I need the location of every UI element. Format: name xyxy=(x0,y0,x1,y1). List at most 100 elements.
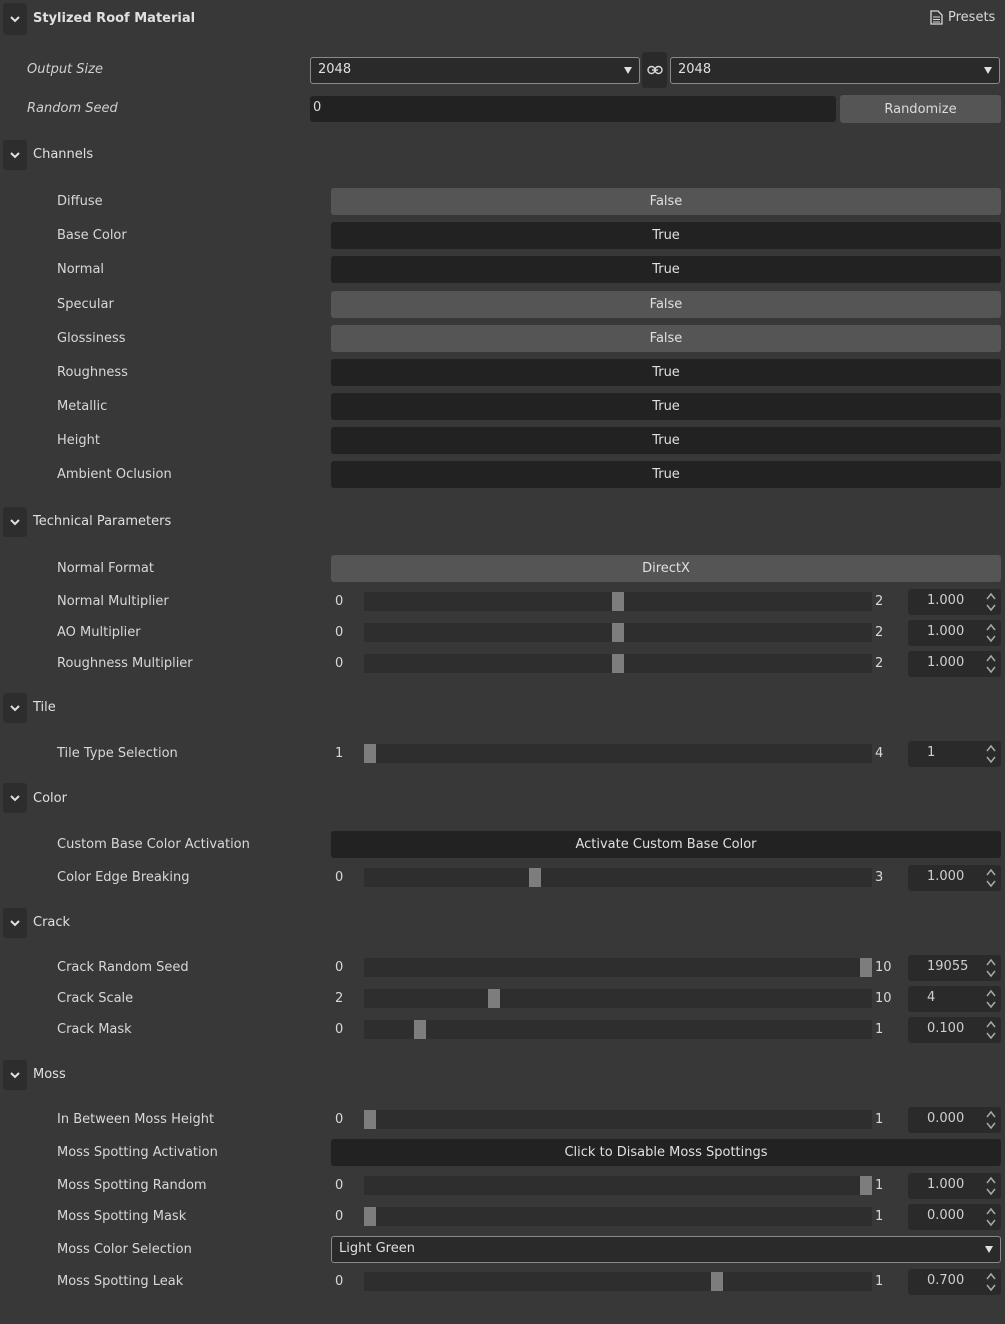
random-seed-input[interactable]: 0 xyxy=(310,96,836,122)
ao-multiplier-slider[interactable] xyxy=(364,623,872,642)
numeric-value: 0.000 xyxy=(927,1111,965,1126)
channel-toggle-height[interactable]: True xyxy=(331,427,1001,454)
tile-type-slider[interactable] xyxy=(364,744,872,763)
randomize-button[interactable]: Randomize xyxy=(840,95,1001,123)
chevron-down-icon xyxy=(10,795,20,802)
crack-scale-input[interactable]: 4 xyxy=(908,986,1001,1012)
output-height-dropdown[interactable]: 2048 xyxy=(670,57,1000,84)
moss-spotting-leak-input[interactable]: 0.700 xyxy=(908,1269,1001,1295)
normal-multiplier-slider[interactable] xyxy=(364,592,872,611)
channel-toggle-specular[interactable]: False xyxy=(331,291,1001,318)
chevron-down-icon xyxy=(10,152,20,159)
spinner-icon[interactable] xyxy=(985,1019,997,1041)
collapse-chevron-material[interactable] xyxy=(3,3,27,35)
collapse-chevron-technical[interactable] xyxy=(3,507,27,537)
slider-handle[interactable] xyxy=(711,1272,724,1291)
spinner-icon[interactable] xyxy=(985,1206,997,1228)
chevron-down-icon xyxy=(10,16,20,23)
channel-toggle-normal[interactable]: True xyxy=(331,256,1001,283)
slider-handle[interactable] xyxy=(860,1176,872,1195)
collapse-chevron-tile[interactable] xyxy=(3,693,27,723)
channel-label: Roughness xyxy=(57,365,128,380)
numeric-value: 1.000 xyxy=(927,624,965,639)
between-moss-height-slider[interactable] xyxy=(364,1110,872,1129)
numeric-value: 1.000 xyxy=(927,1177,965,1192)
spinner-icon[interactable] xyxy=(985,653,997,675)
spinner-icon[interactable] xyxy=(985,957,997,979)
spinner-icon[interactable] xyxy=(985,591,997,613)
moss-spotting-leak-label: Moss Spotting Leak xyxy=(57,1274,184,1289)
moss-spotting-mask-input[interactable]: 0.000 xyxy=(908,1204,1001,1230)
spinner-icon[interactable] xyxy=(985,1109,997,1131)
crack-mask-input[interactable]: 0.100 xyxy=(908,1017,1001,1043)
disable-moss-spottings-button[interactable]: Click to Disable Moss Spottings xyxy=(331,1139,1001,1166)
channel-label: Base Color xyxy=(57,228,127,243)
link-size-button[interactable] xyxy=(642,52,667,88)
numeric-value: 19055 xyxy=(927,959,969,974)
presets-button[interactable]: Presets xyxy=(930,10,995,25)
slider-handle[interactable] xyxy=(860,958,872,977)
material-title: Stylized Roof Material xyxy=(33,11,196,26)
spinner-icon[interactable] xyxy=(985,988,997,1010)
ao-multiplier-label: AO Multiplier xyxy=(57,625,141,640)
randomize-label: Randomize xyxy=(884,101,957,117)
moss-spotting-random-slider[interactable] xyxy=(364,1176,872,1195)
slider-min: 0 xyxy=(335,1022,344,1037)
color-edge-breaking-input[interactable]: 1.000 xyxy=(908,865,1001,891)
spinner-icon[interactable] xyxy=(985,867,997,889)
slider-max: 2 xyxy=(875,625,884,640)
section-title-crack: Crack xyxy=(33,915,71,930)
slider-handle[interactable] xyxy=(364,1110,376,1129)
activate-custom-base-color-button[interactable]: Activate Custom Base Color xyxy=(331,831,1001,858)
channel-toggle-glossiness[interactable]: False xyxy=(331,325,1001,352)
moss-spotting-leak-slider[interactable] xyxy=(364,1272,872,1291)
moss-spotting-mask-slider[interactable] xyxy=(364,1207,872,1226)
color-edge-breaking-slider[interactable] xyxy=(364,868,872,887)
spinner-icon[interactable] xyxy=(985,743,997,765)
channel-toggle-roughness[interactable]: True xyxy=(331,359,1001,386)
crack-random-seed-slider[interactable] xyxy=(364,958,872,977)
moss-spotting-random-input[interactable]: 1.000 xyxy=(908,1173,1001,1199)
collapse-chevron-color[interactable] xyxy=(3,783,27,813)
dropdown-arrow-icon xyxy=(984,67,992,74)
moss-color-dropdown[interactable]: Light Green xyxy=(331,1236,1001,1263)
slider-handle[interactable] xyxy=(488,989,500,1008)
spinner-icon[interactable] xyxy=(985,1271,997,1293)
slider-handle[interactable] xyxy=(364,744,376,763)
slider-max: 10 xyxy=(875,960,892,975)
normal-format-toggle[interactable]: DirectX xyxy=(331,555,1001,582)
channel-label: Height xyxy=(57,433,100,448)
roughness-multiplier-slider[interactable] xyxy=(364,654,872,673)
slider-max: 1 xyxy=(875,1274,884,1289)
roughness-multiplier-input[interactable]: 1.000 xyxy=(908,651,1001,677)
between-moss-height-input[interactable]: 0.000 xyxy=(908,1107,1001,1133)
spinner-icon[interactable] xyxy=(985,622,997,644)
crack-scale-slider[interactable] xyxy=(364,989,872,1008)
ao-multiplier-input[interactable]: 1.000 xyxy=(908,620,1001,646)
color-edge-breaking-label: Color Edge Breaking xyxy=(57,870,190,885)
normal-multiplier-input[interactable]: 1.000 xyxy=(908,589,1001,615)
channel-toggle-ambient-oclusion[interactable]: True xyxy=(331,461,1001,488)
output-width-dropdown[interactable]: 2048 xyxy=(310,57,640,84)
crack-random-seed-input[interactable]: 19055 xyxy=(908,955,1001,981)
collapse-chevron-moss[interactable] xyxy=(3,1060,27,1090)
spinner-icon[interactable] xyxy=(985,1175,997,1197)
tile-type-input[interactable]: 1 xyxy=(908,741,1001,767)
slider-handle[interactable] xyxy=(364,1207,376,1226)
slider-handle[interactable] xyxy=(612,592,624,611)
slider-min: 0 xyxy=(335,625,344,640)
moss-spotting-activation-label: Moss Spotting Activation xyxy=(57,1145,218,1160)
slider-handle[interactable] xyxy=(413,1020,426,1039)
collapse-chevron-crack[interactable] xyxy=(3,908,27,938)
channel-toggle-base-color[interactable]: True xyxy=(331,222,1001,249)
slider-handle[interactable] xyxy=(529,868,542,887)
output-size-label: Output Size xyxy=(27,62,103,77)
channel-label: Glossiness xyxy=(57,331,126,346)
channel-toggle-metallic[interactable]: True xyxy=(331,393,1001,420)
slider-handle[interactable] xyxy=(612,623,624,642)
crack-mask-slider[interactable] xyxy=(364,1020,872,1039)
collapse-chevron-channels[interactable] xyxy=(3,140,27,170)
channel-toggle-diffuse[interactable]: False xyxy=(331,188,1001,215)
slider-min: 0 xyxy=(335,1112,344,1127)
slider-handle[interactable] xyxy=(612,654,624,673)
